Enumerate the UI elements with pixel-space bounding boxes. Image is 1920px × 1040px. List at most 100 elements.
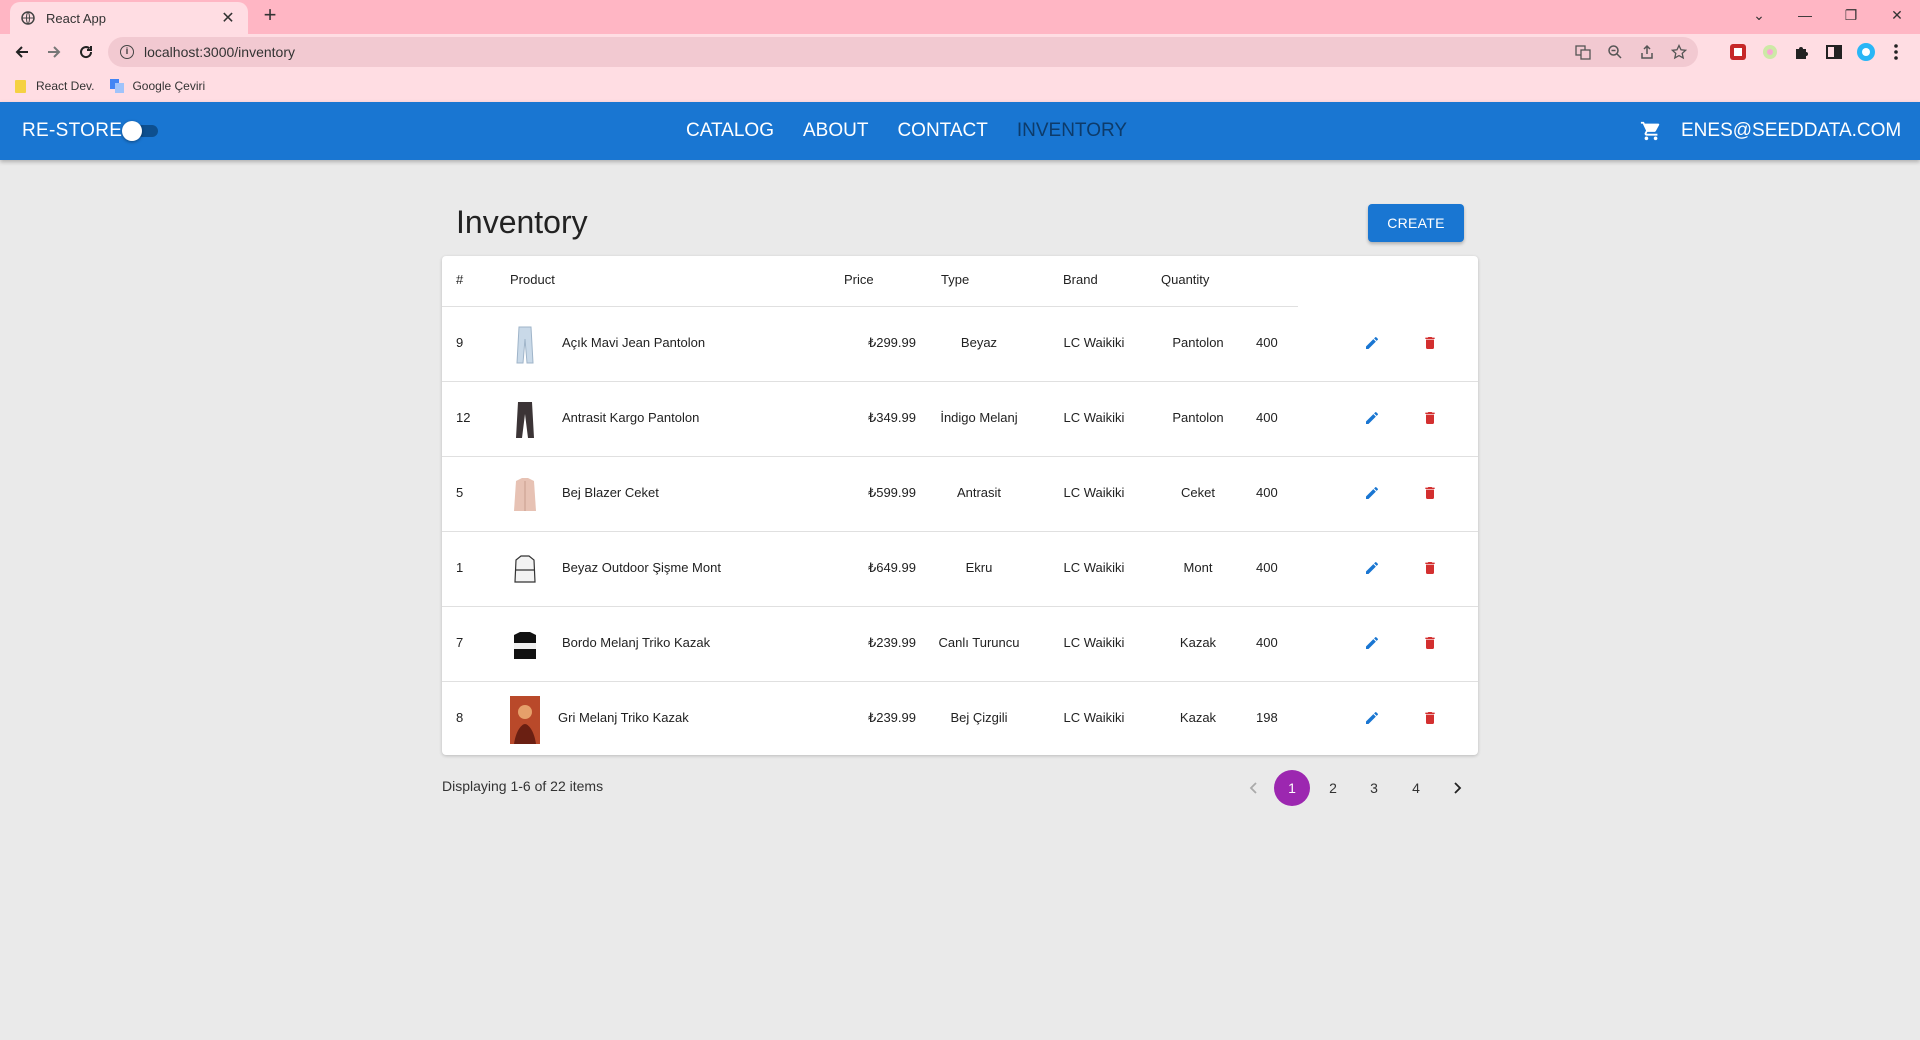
cell-price: ₺239.99: [867, 635, 916, 650]
bookmarks-bar: React Dev. Google Çeviri: [0, 70, 1920, 102]
table-row: 12 Antrasit Kargo Pantolon ₺349.99 İndigo M…: [442, 382, 1478, 457]
page-4[interactable]: 4: [1398, 770, 1434, 806]
extension-color-icon[interactable]: [1760, 42, 1780, 62]
cell-quantity: 400: [1256, 335, 1278, 350]
cell-id: 12: [456, 410, 471, 425]
cell-category: Kazak: [1179, 635, 1217, 650]
items-count-text: Displaying 1-6 of 22 items: [442, 778, 604, 794]
bookmark-google-translate[interactable]: Google Çeviri: [110, 79, 205, 93]
url-text: localhost:3000/inventory: [144, 44, 295, 60]
nav-contact[interactable]: CONTACT: [897, 120, 987, 142]
cell-product-name: Bej Blazer Ceket: [562, 485, 659, 500]
pencil-icon[interactable]: [1364, 560, 1382, 578]
google-translate-icon: [110, 79, 125, 93]
pencil-icon[interactable]: [1364, 710, 1382, 728]
trash-icon[interactable]: [1422, 635, 1440, 653]
zoom-icon[interactable]: [1606, 43, 1624, 61]
puzzle-icon[interactable]: [1792, 42, 1812, 62]
nav-catalog[interactable]: CATALOG: [686, 120, 774, 142]
cell-product-name: Açık Mavi Jean Pantolon: [562, 335, 706, 350]
dark-mode-switch[interactable]: [122, 121, 158, 141]
app-header: RE-STORE CATALOG ABOUT CONTACT INVENTORY…: [0, 102, 1920, 160]
cell-brand: LC Waikiki: [1063, 410, 1125, 425]
cell-price: ₺299.99: [867, 335, 916, 350]
cell-type: Bej Çizgili: [950, 710, 1008, 725]
cell-type: Antrasit: [956, 485, 1002, 500]
trash-icon[interactable]: [1422, 485, 1440, 503]
cell-type: Beyaz: [960, 335, 998, 350]
nav-about[interactable]: ABOUT: [803, 120, 868, 142]
page-title: Inventory: [456, 204, 588, 240]
browser-tab-strip: React App ✕ + ⌄ — ❐ ✕: [0, 0, 1920, 34]
prev-page-icon[interactable]: [1236, 770, 1272, 806]
cell-price: ₺239.99: [867, 710, 916, 725]
inventory-table: # Product Price Type Brand Quantity 9 Açı…: [442, 256, 1478, 755]
tab-search-icon[interactable]: ⌄: [1736, 0, 1782, 30]
close-tab-icon[interactable]: ✕: [218, 8, 238, 28]
cart-icon[interactable]: [1640, 120, 1662, 142]
minimize-button[interactable]: —: [1782, 0, 1828, 30]
trash-icon[interactable]: [1422, 410, 1440, 428]
table-row: 7 Bordo Melanj Triko Kazak ₺239.99 Canlı Tu…: [442, 607, 1478, 682]
cell-quantity: 400: [1256, 410, 1278, 425]
table-row: 1 Beyaz Outdoor Şişme Mont ₺649.99 Ekru LC W…: [442, 532, 1478, 607]
page-2[interactable]: 2: [1315, 770, 1351, 806]
forward-arrow-icon[interactable]: [42, 40, 66, 64]
cell-category: Ceket: [1181, 485, 1215, 500]
cell-category: Pantolon: [1172, 335, 1224, 350]
trash-icon[interactable]: [1422, 560, 1440, 578]
product-image: [510, 550, 540, 590]
user-menu[interactable]: ENES@SEEDDATA.COM: [1681, 120, 1901, 142]
cell-brand: LC Waikiki: [1063, 710, 1125, 725]
share-icon[interactable]: [1638, 43, 1656, 61]
cell-category: Mont: [1183, 560, 1213, 575]
site-info-icon[interactable]: i: [120, 45, 134, 59]
address-bar[interactable]: i localhost:3000/inventory: [108, 37, 1698, 67]
star-icon[interactable]: [1670, 43, 1688, 61]
cell-price: ₺349.99: [867, 410, 916, 425]
next-page-icon[interactable]: [1439, 770, 1475, 806]
trash-icon[interactable]: [1422, 335, 1440, 353]
reload-icon[interactable]: [74, 40, 98, 64]
brand-logo[interactable]: RE-STORE: [22, 120, 122, 142]
pencil-icon[interactable]: [1364, 485, 1382, 503]
pencil-icon[interactable]: [1364, 410, 1382, 428]
extension-red-icon[interactable]: [1728, 42, 1748, 62]
globe-icon: [20, 10, 36, 26]
nav-inventory[interactable]: INVENTORY: [1017, 120, 1127, 142]
product-image: [510, 696, 540, 744]
header-type: Type: [941, 272, 970, 287]
create-button[interactable]: CREATE: [1368, 204, 1464, 242]
pencil-icon[interactable]: [1364, 335, 1382, 353]
side-panel-icon[interactable]: [1824, 42, 1844, 62]
pencil-icon[interactable]: [1364, 635, 1382, 653]
new-tab-button[interactable]: +: [258, 4, 282, 28]
browser-toolbar: i localhost:3000/inventory: [0, 34, 1920, 70]
cell-brand: LC Waikiki: [1063, 560, 1125, 575]
profile-avatar-icon[interactable]: [1856, 42, 1876, 62]
back-arrow-icon[interactable]: [10, 40, 34, 64]
translate-icon[interactable]: [1574, 43, 1592, 61]
cell-brand: LC Waikiki: [1063, 335, 1125, 350]
product-image: [510, 400, 540, 440]
bookmark-label: React Dev.: [36, 79, 95, 93]
cell-product-name: Beyaz Outdoor Şişme Mont: [562, 560, 721, 575]
cell-id: 9: [456, 335, 464, 350]
main-nav: CATALOG ABOUT CONTACT INVENTORY: [686, 120, 1127, 142]
product-image: [510, 625, 540, 665]
cell-product-name: Bordo Melanj Triko Kazak: [562, 635, 711, 650]
cell-id: 5: [456, 485, 464, 500]
close-window-button[interactable]: ✕: [1874, 0, 1920, 30]
page-1[interactable]: 1: [1274, 770, 1310, 806]
cell-quantity: 400: [1256, 635, 1278, 650]
cell-type: Canlı Turuncu: [938, 635, 1020, 650]
folder-icon: [15, 80, 26, 93]
page-3[interactable]: 3: [1356, 770, 1392, 806]
trash-icon[interactable]: [1422, 710, 1440, 728]
bookmark-react-dev[interactable]: React Dev.: [14, 79, 94, 93]
cell-quantity: 198: [1256, 710, 1278, 725]
more-menu-icon[interactable]: [1886, 42, 1906, 62]
table-row: 5 Bej Blazer Ceket ₺599.99 Antrasit LC Waiki…: [442, 457, 1478, 532]
browser-tab[interactable]: React App ✕: [10, 2, 248, 34]
restore-button[interactable]: ❐: [1828, 0, 1874, 30]
